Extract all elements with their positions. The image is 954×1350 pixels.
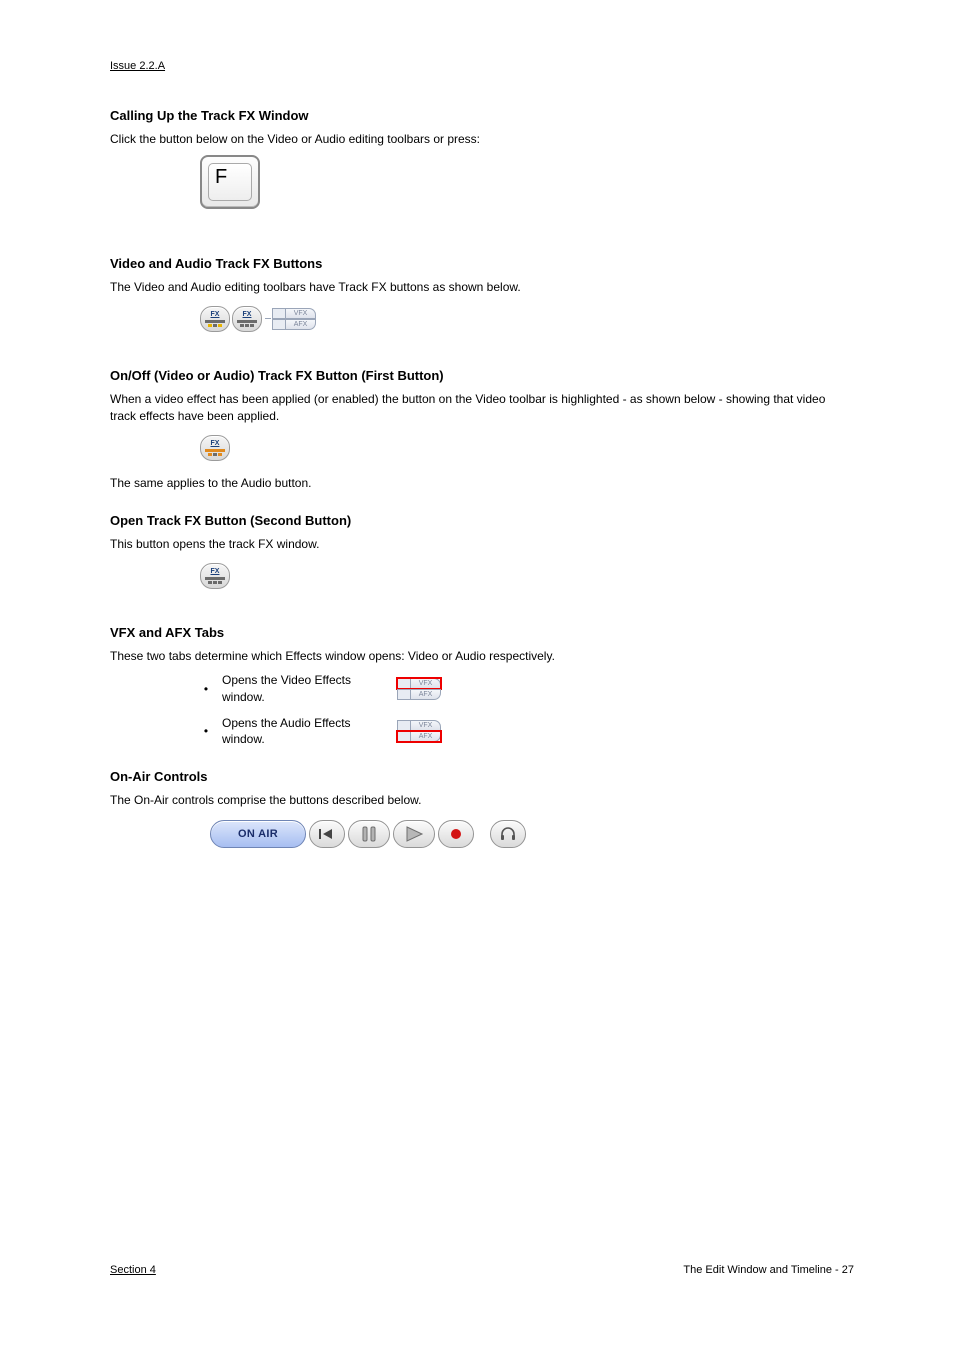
para-open-1: This button opens the track FX window. [110,536,854,552]
footer-left: Section 4 [110,1264,156,1276]
tab-vfx[interactable]: VFX [286,308,316,319]
fx-open-button-solo[interactable]: FX [200,563,230,589]
vfx-checkbox[interactable] [272,308,286,319]
heading-onair: On-Air Controls [110,769,854,784]
para-onoff-1: When a video effect has been applied (or… [110,391,854,423]
heading-open-button: Open Track FX Button (Second Button) [110,513,854,528]
para-onoff-2: The same applies to the Audio button. [110,475,854,491]
fx-glyph-icon [205,319,225,327]
fx-toggle-button[interactable]: FX [200,306,230,332]
record-icon [448,826,464,842]
bullet-text-1: Opens the Video Effects window. [222,672,387,704]
pause-icon [360,826,378,842]
onair-button[interactable]: ON AIR [210,820,306,848]
keycap-f: F [200,155,260,209]
para-calling-up: Click the button below on the Video or A… [110,131,854,147]
para-fx-buttons: The Video and Audio editing toolbars hav… [110,279,854,295]
fx-glyph-icon-3 [205,576,225,584]
heading-onoff-button: On/Off (Video or Audio) Track FX Button … [110,368,854,383]
fx-toolbar-group: FX FX [200,306,316,332]
vfx-afx-tabs-afx-highlight: VFX AFX [397,720,441,742]
fx-glyph-icon-highlighted [205,448,225,456]
headphones-icon [499,827,517,841]
bullet-dot-1: • [200,682,212,696]
headphones-button[interactable] [490,820,526,848]
go-to-start-icon [318,827,336,841]
pause-button[interactable] [348,820,390,848]
fx-label-3: FX [211,440,220,447]
play-icon [404,826,424,842]
bullet-text-2: Opens the Audio Effects window. [222,715,387,747]
fx-label-4: FX [211,568,220,575]
fx-glyph-icon-2 [237,319,257,327]
vfx-afx-tabs-vfx-highlight: VFX AFX [397,678,441,700]
para-tabs-1: These two tabs determine which Effects w… [110,648,854,664]
page-header: Issue 2.2.A [110,60,854,72]
play-button[interactable] [393,820,435,848]
heading-calling-up: Calling Up the Track FX Window [110,108,854,123]
transport-bar: ON AIR [210,820,526,848]
afx-checkbox[interactable] [272,319,286,330]
go-to-start-button[interactable] [309,820,345,848]
fx-label: FX [211,311,220,318]
footer-right: The Edit Window and Timeline - 27 [683,1264,854,1276]
fx-toggle-button-highlighted[interactable]: FX [200,435,230,461]
heading-fx-buttons: Video and Audio Track FX Buttons [110,256,854,271]
fx-open-button[interactable]: FX [232,306,262,332]
keycap-letter: F [208,163,252,201]
tab-afx[interactable]: AFX [286,319,316,330]
para-onair: The On-Air controls comprise the buttons… [110,792,854,808]
vfx-afx-tabs[interactable]: VFX AFX [272,308,316,330]
bullet-dot-2: • [200,724,212,738]
record-button[interactable] [438,820,474,848]
heading-vfx-afx-tabs: VFX and AFX Tabs [110,625,854,640]
fx-label-2: FX [243,311,252,318]
